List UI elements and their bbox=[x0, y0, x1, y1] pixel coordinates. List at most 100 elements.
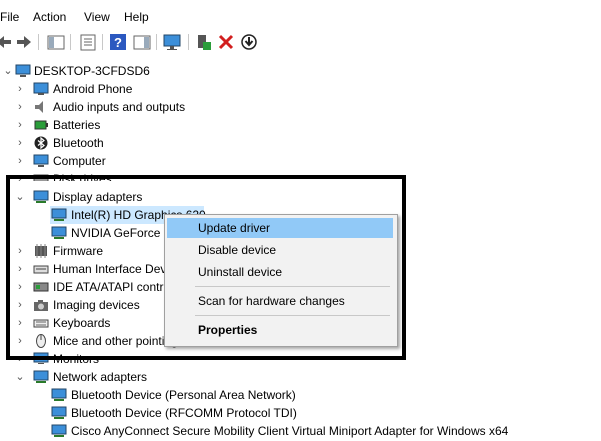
svg-text:?: ? bbox=[114, 35, 122, 50]
update-driver-icon[interactable] bbox=[239, 32, 259, 52]
bluetooth-icon bbox=[33, 136, 49, 150]
menu-action[interactable]: Action bbox=[33, 10, 66, 24]
tree-item-label: Imaging devices bbox=[53, 298, 140, 312]
tree-item-human-interface-devices[interactable]: › Human Interface Dev bbox=[0, 260, 164, 278]
tree-item-display-adapters[interactable]: ⌄ Display adapters bbox=[0, 188, 300, 206]
tree-item-android-phone[interactable]: › Android Phone bbox=[0, 80, 300, 98]
menu-file[interactable]: File bbox=[0, 10, 19, 24]
expand-arrow-icon[interactable]: › bbox=[15, 296, 25, 314]
computer-icon bbox=[33, 154, 49, 168]
expand-arrow-icon[interactable]: › bbox=[15, 332, 25, 350]
context-menu: Update driver Disable device Uninstall d… bbox=[164, 214, 398, 347]
tree-item-label: IDE ATA/ATAPI contro bbox=[53, 280, 164, 294]
uninstall-device-menu-item[interactable]: Uninstall device bbox=[167, 262, 393, 282]
tree-item-label: NVIDIA GeForce 9 bbox=[71, 226, 170, 240]
tree-item-cisco-anyconnect[interactable]: Cisco AnyConnect Secure Mobility Client … bbox=[50, 422, 601, 440]
display-adapter-icon bbox=[51, 208, 67, 222]
update-driver-menu-item[interactable]: Update driver bbox=[167, 218, 393, 238]
back-icon[interactable] bbox=[0, 32, 14, 52]
tree-item-label: Bluetooth bbox=[53, 136, 104, 150]
expand-arrow-icon[interactable]: › bbox=[15, 260, 25, 278]
network-adapter-icon bbox=[51, 424, 67, 438]
scan-hardware-menu-item[interactable]: Scan for hardware changes bbox=[167, 291, 393, 311]
mouse-icon bbox=[33, 334, 49, 348]
expand-arrow-icon[interactable]: › bbox=[15, 80, 25, 98]
tree-item-label: Bluetooth Device (Personal Area Network) bbox=[71, 388, 296, 402]
toolbar-separator bbox=[156, 34, 157, 50]
monitor-icon bbox=[33, 352, 49, 364]
expand-arrow-icon[interactable]: › bbox=[15, 98, 25, 116]
hid-icon bbox=[33, 262, 49, 276]
tree-item-firmware[interactable]: › Firmware bbox=[0, 242, 160, 260]
collapse-arrow-icon[interactable]: ⌄ bbox=[15, 368, 25, 386]
speaker-icon bbox=[33, 100, 49, 114]
monitor-icon[interactable] bbox=[162, 32, 182, 52]
disk-icon bbox=[33, 172, 49, 181]
tree-item-bluetooth-rfcomm[interactable]: Bluetooth Device (RFCOMM Protocol TDI) bbox=[50, 404, 450, 422]
ide-controller-icon bbox=[33, 280, 49, 294]
tree-item-label: Firmware bbox=[53, 244, 103, 258]
tree-item-keyboards[interactable]: › Keyboards bbox=[0, 314, 164, 332]
computer-icon bbox=[15, 64, 31, 78]
disable-device-menu-item[interactable]: Disable device bbox=[167, 240, 393, 260]
add-driver-icon[interactable] bbox=[194, 32, 214, 52]
tree-item-batteries[interactable]: › Batteries bbox=[0, 116, 300, 134]
tree-root-label: DESKTOP-3CFDSD6 bbox=[34, 64, 150, 78]
show-hide-console-tree-icon[interactable] bbox=[46, 32, 66, 52]
tree-item-label: Network adapters bbox=[53, 370, 148, 384]
tree-item-label: Android Phone bbox=[53, 82, 133, 96]
tree-item-label: Monitors bbox=[53, 352, 100, 364]
network-adapter-icon bbox=[33, 370, 49, 384]
expand-arrow-icon[interactable]: › bbox=[15, 116, 25, 134]
expand-arrow-icon[interactable]: › bbox=[15, 152, 25, 170]
tree-item-computer[interactable]: › Computer bbox=[0, 152, 300, 170]
tree-root[interactable]: ⌄ DESKTOP-3CFDSD6 bbox=[0, 62, 300, 80]
battery-icon bbox=[33, 118, 49, 132]
tree-item-ide-ata[interactable]: › IDE ATA/ATAPI contro bbox=[0, 278, 164, 296]
toolbar-separator bbox=[188, 34, 189, 50]
toolbar: ? bbox=[0, 30, 601, 56]
tree-item-disk-drives[interactable]: › Disk drives bbox=[0, 170, 300, 181]
collapse-arrow-icon[interactable]: ⌄ bbox=[15, 188, 25, 206]
display-adapter-icon bbox=[33, 190, 49, 204]
expand-arrow-icon[interactable]: › bbox=[15, 278, 25, 296]
phone-icon bbox=[33, 82, 49, 96]
expand-arrow-icon[interactable]: › bbox=[15, 134, 25, 152]
tree-item-imaging-devices[interactable]: › Imaging devices bbox=[0, 296, 164, 314]
expand-arrow-icon[interactable]: › bbox=[15, 170, 25, 181]
tree-item-audio[interactable]: › Audio inputs and outputs bbox=[0, 98, 300, 116]
keyboard-icon bbox=[33, 316, 49, 330]
toolbar-separator bbox=[38, 34, 39, 50]
expand-arrow-icon[interactable]: › bbox=[15, 314, 25, 332]
network-adapter-icon bbox=[51, 388, 67, 402]
tree-item-label: Display adapters bbox=[53, 190, 143, 204]
network-adapter-icon bbox=[51, 406, 67, 420]
tree-item-label: Cisco AnyConnect Secure Mobility Client … bbox=[71, 424, 509, 438]
tree-item-label: Audio inputs and outputs bbox=[53, 100, 186, 114]
uninstall-device-icon[interactable] bbox=[216, 32, 236, 52]
properties-icon[interactable] bbox=[78, 32, 98, 52]
tree-item-bluetooth[interactable]: › Bluetooth bbox=[0, 134, 300, 152]
firmware-icon bbox=[33, 244, 49, 258]
camera-icon bbox=[33, 298, 49, 312]
help-icon[interactable]: ? bbox=[108, 32, 128, 52]
tree-item-label: Computer bbox=[53, 154, 106, 168]
menu-view[interactable]: View bbox=[84, 10, 110, 24]
tree-item-nvidia-geforce[interactable]: NVIDIA GeForce 9 bbox=[50, 224, 170, 242]
properties-menu-item[interactable]: Properties bbox=[167, 320, 393, 340]
tree-item-bluetooth-pan[interactable]: Bluetooth Device (Personal Area Network) bbox=[50, 386, 450, 404]
menu-bar: File Action View Help bbox=[0, 7, 601, 27]
tree-item-label: Human Interface Dev bbox=[53, 262, 164, 276]
menu-help[interactable]: Help bbox=[124, 10, 149, 24]
toolbar-separator bbox=[102, 34, 103, 50]
tree-item-network-adapters[interactable]: ⌄ Network adapters bbox=[0, 368, 300, 386]
expand-arrow-icon[interactable]: › bbox=[15, 242, 25, 260]
collapse-arrow-icon[interactable]: ⌄ bbox=[3, 62, 13, 80]
action-pane-icon[interactable] bbox=[132, 32, 152, 52]
forward-icon[interactable] bbox=[14, 32, 34, 52]
tree-item-label: Disk drives bbox=[53, 172, 112, 181]
display-adapter-icon bbox=[51, 226, 67, 240]
tree-item-monitors[interactable]: › Monitors bbox=[0, 350, 300, 364]
menu-separator bbox=[195, 286, 390, 287]
expand-arrow-icon[interactable]: › bbox=[15, 350, 25, 364]
